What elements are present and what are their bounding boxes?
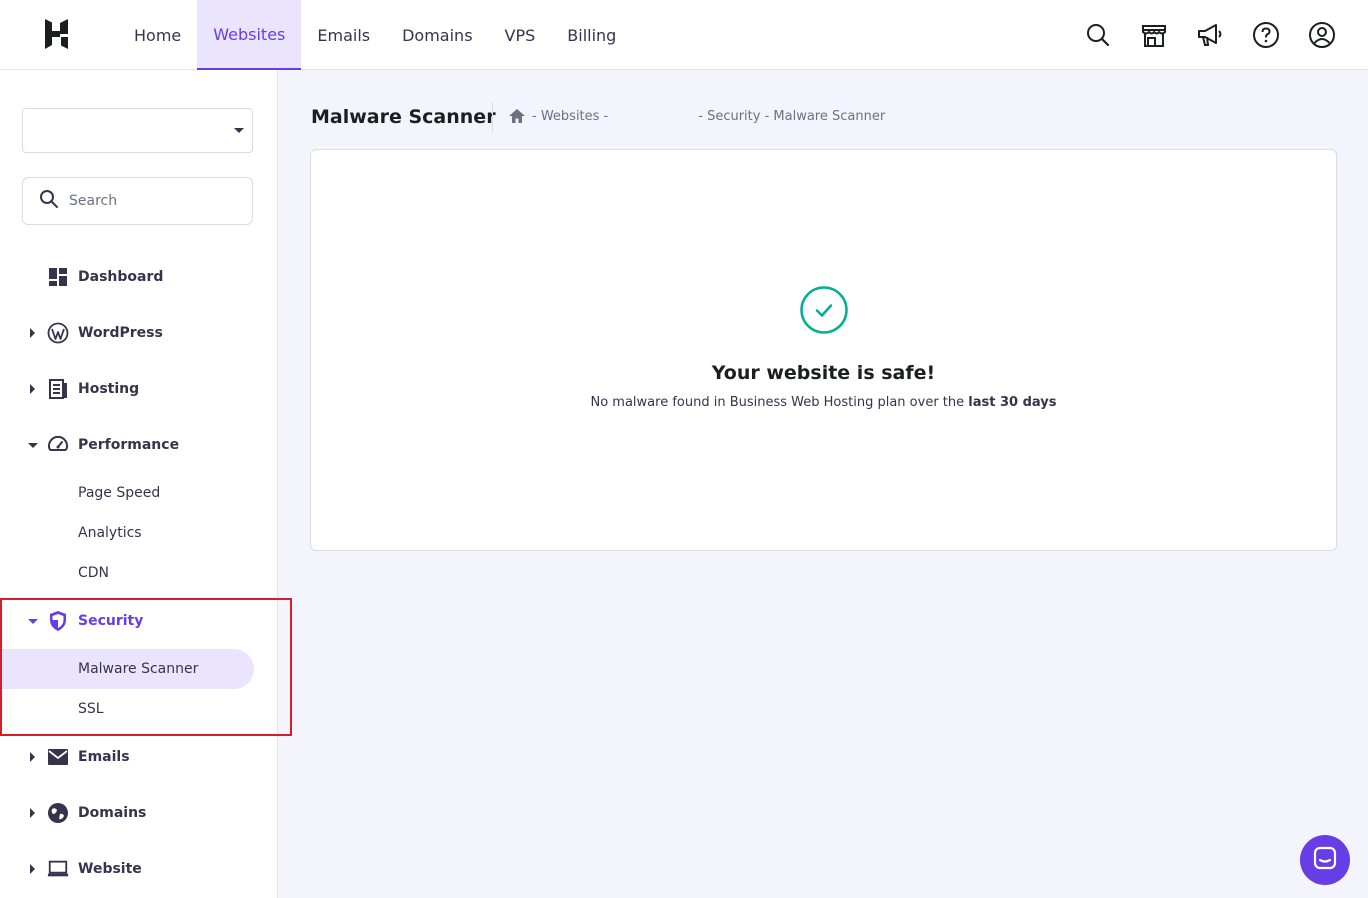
sidebar-item-label: Website (78, 861, 142, 877)
sidebar-item-wordpress[interactable]: WordPress (0, 313, 278, 353)
sidebar-subitem-label: Malware Scanner (78, 661, 199, 677)
help-icon[interactable] (1250, 19, 1282, 51)
sidebar-subitem-label: CDN (78, 565, 110, 581)
mail-icon (47, 746, 69, 768)
sidebar-item-label: Dashboard (78, 269, 164, 285)
sidebar-item-emails[interactable]: Emails (0, 737, 278, 777)
top-bar: Home Websites Emails Domains VPS Billing (0, 0, 1368, 70)
sidebar-item-label: Emails (78, 749, 130, 765)
nav-home[interactable]: Home (118, 0, 197, 70)
chevron-down-icon (28, 618, 38, 624)
sidebar-item-label: Hosting (78, 381, 140, 397)
sidebar-item-dashboard[interactable]: Dashboard (0, 257, 278, 297)
sidebar-item-label: WordPress (78, 325, 163, 341)
chevron-right-icon (30, 808, 35, 818)
top-nav: Home Websites Emails Domains VPS Billing (118, 0, 632, 70)
sidebar-subitem-page-speed[interactable]: Page Speed (0, 473, 254, 513)
sidebar-search-input[interactable] (69, 193, 239, 209)
home-icon[interactable] (508, 108, 526, 124)
search-icon (39, 189, 59, 213)
sidebar: Dashboard WordPress Hosting Performance … (0, 70, 292, 898)
sidebar-subitem-label: Analytics (78, 525, 142, 541)
chevron-right-icon (30, 328, 35, 338)
top-icons (1082, 0, 1338, 70)
breadcrumb-rest: - Security - Malware Scanner (698, 108, 886, 124)
status-title: Your website is safe! (711, 362, 936, 384)
wordpress-icon (47, 322, 69, 344)
title-divider (492, 102, 493, 132)
check-circle-icon (800, 286, 848, 334)
sidebar-item-label: Security (78, 613, 144, 629)
nav-domains[interactable]: Domains (386, 0, 488, 70)
sidebar-search[interactable] (22, 177, 253, 225)
sidebar-subitem-analytics[interactable]: Analytics (0, 513, 254, 553)
sidebar-subitem-label: Page Speed (78, 485, 161, 501)
gauge-icon (47, 434, 69, 456)
store-icon[interactable] (1138, 19, 1170, 51)
chevron-down-icon (28, 442, 38, 448)
page-title: Malware Scanner (311, 106, 496, 128)
chevron-right-icon (30, 384, 35, 394)
sidebar-item-hosting[interactable]: Hosting (0, 369, 278, 409)
website-select[interactable] (22, 108, 253, 153)
megaphone-icon[interactable] (1194, 19, 1226, 51)
status-description-text: No malware found in Business Web Hosting… (590, 395, 965, 410)
sidebar-item-performance[interactable]: Performance (0, 425, 278, 465)
sidebar-item-label: Domains (78, 805, 147, 821)
shield-icon (47, 610, 69, 632)
dashboard-icon (47, 266, 69, 288)
nav-billing[interactable]: Billing (551, 0, 632, 70)
malware-status-card: Your website is safe! No malware found i… (310, 149, 1337, 551)
sidebar-subitem-label: SSL (78, 701, 104, 717)
chevron-right-icon (30, 864, 35, 874)
hosting-icon (47, 378, 69, 400)
nav-websites[interactable]: Websites (197, 0, 302, 70)
breadcrumb-websites[interactable]: - Websites - (532, 109, 608, 124)
laptop-icon (47, 858, 69, 880)
globe-icon (47, 802, 69, 824)
sidebar-subitem-cdn[interactable]: CDN (0, 553, 254, 593)
breadcrumb: - Websites - - Security - Malware Scanne… (508, 108, 885, 124)
chat-icon (1313, 846, 1337, 874)
sidebar-item-domains[interactable]: Domains (0, 793, 278, 833)
sidebar-item-label: Performance (78, 437, 180, 453)
chat-button[interactable] (1300, 835, 1350, 885)
chevron-down-icon (234, 128, 244, 133)
status-description: No malware found in Business Web Hosting… (311, 395, 1336, 410)
search-icon[interactable] (1082, 19, 1114, 51)
status-description-period: last 30 days (968, 395, 1057, 410)
hostinger-logo-icon[interactable] (40, 16, 76, 52)
sidebar-item-website[interactable]: Website (0, 849, 278, 889)
nav-vps[interactable]: VPS (489, 0, 552, 70)
sidebar-subitem-ssl[interactable]: SSL (0, 689, 254, 729)
sidebar-item-security[interactable]: Security (0, 601, 278, 641)
chevron-right-icon (30, 752, 35, 762)
nav-emails[interactable]: Emails (301, 0, 386, 70)
sidebar-subitem-malware-scanner[interactable]: Malware Scanner (0, 649, 254, 689)
account-icon[interactable] (1306, 19, 1338, 51)
